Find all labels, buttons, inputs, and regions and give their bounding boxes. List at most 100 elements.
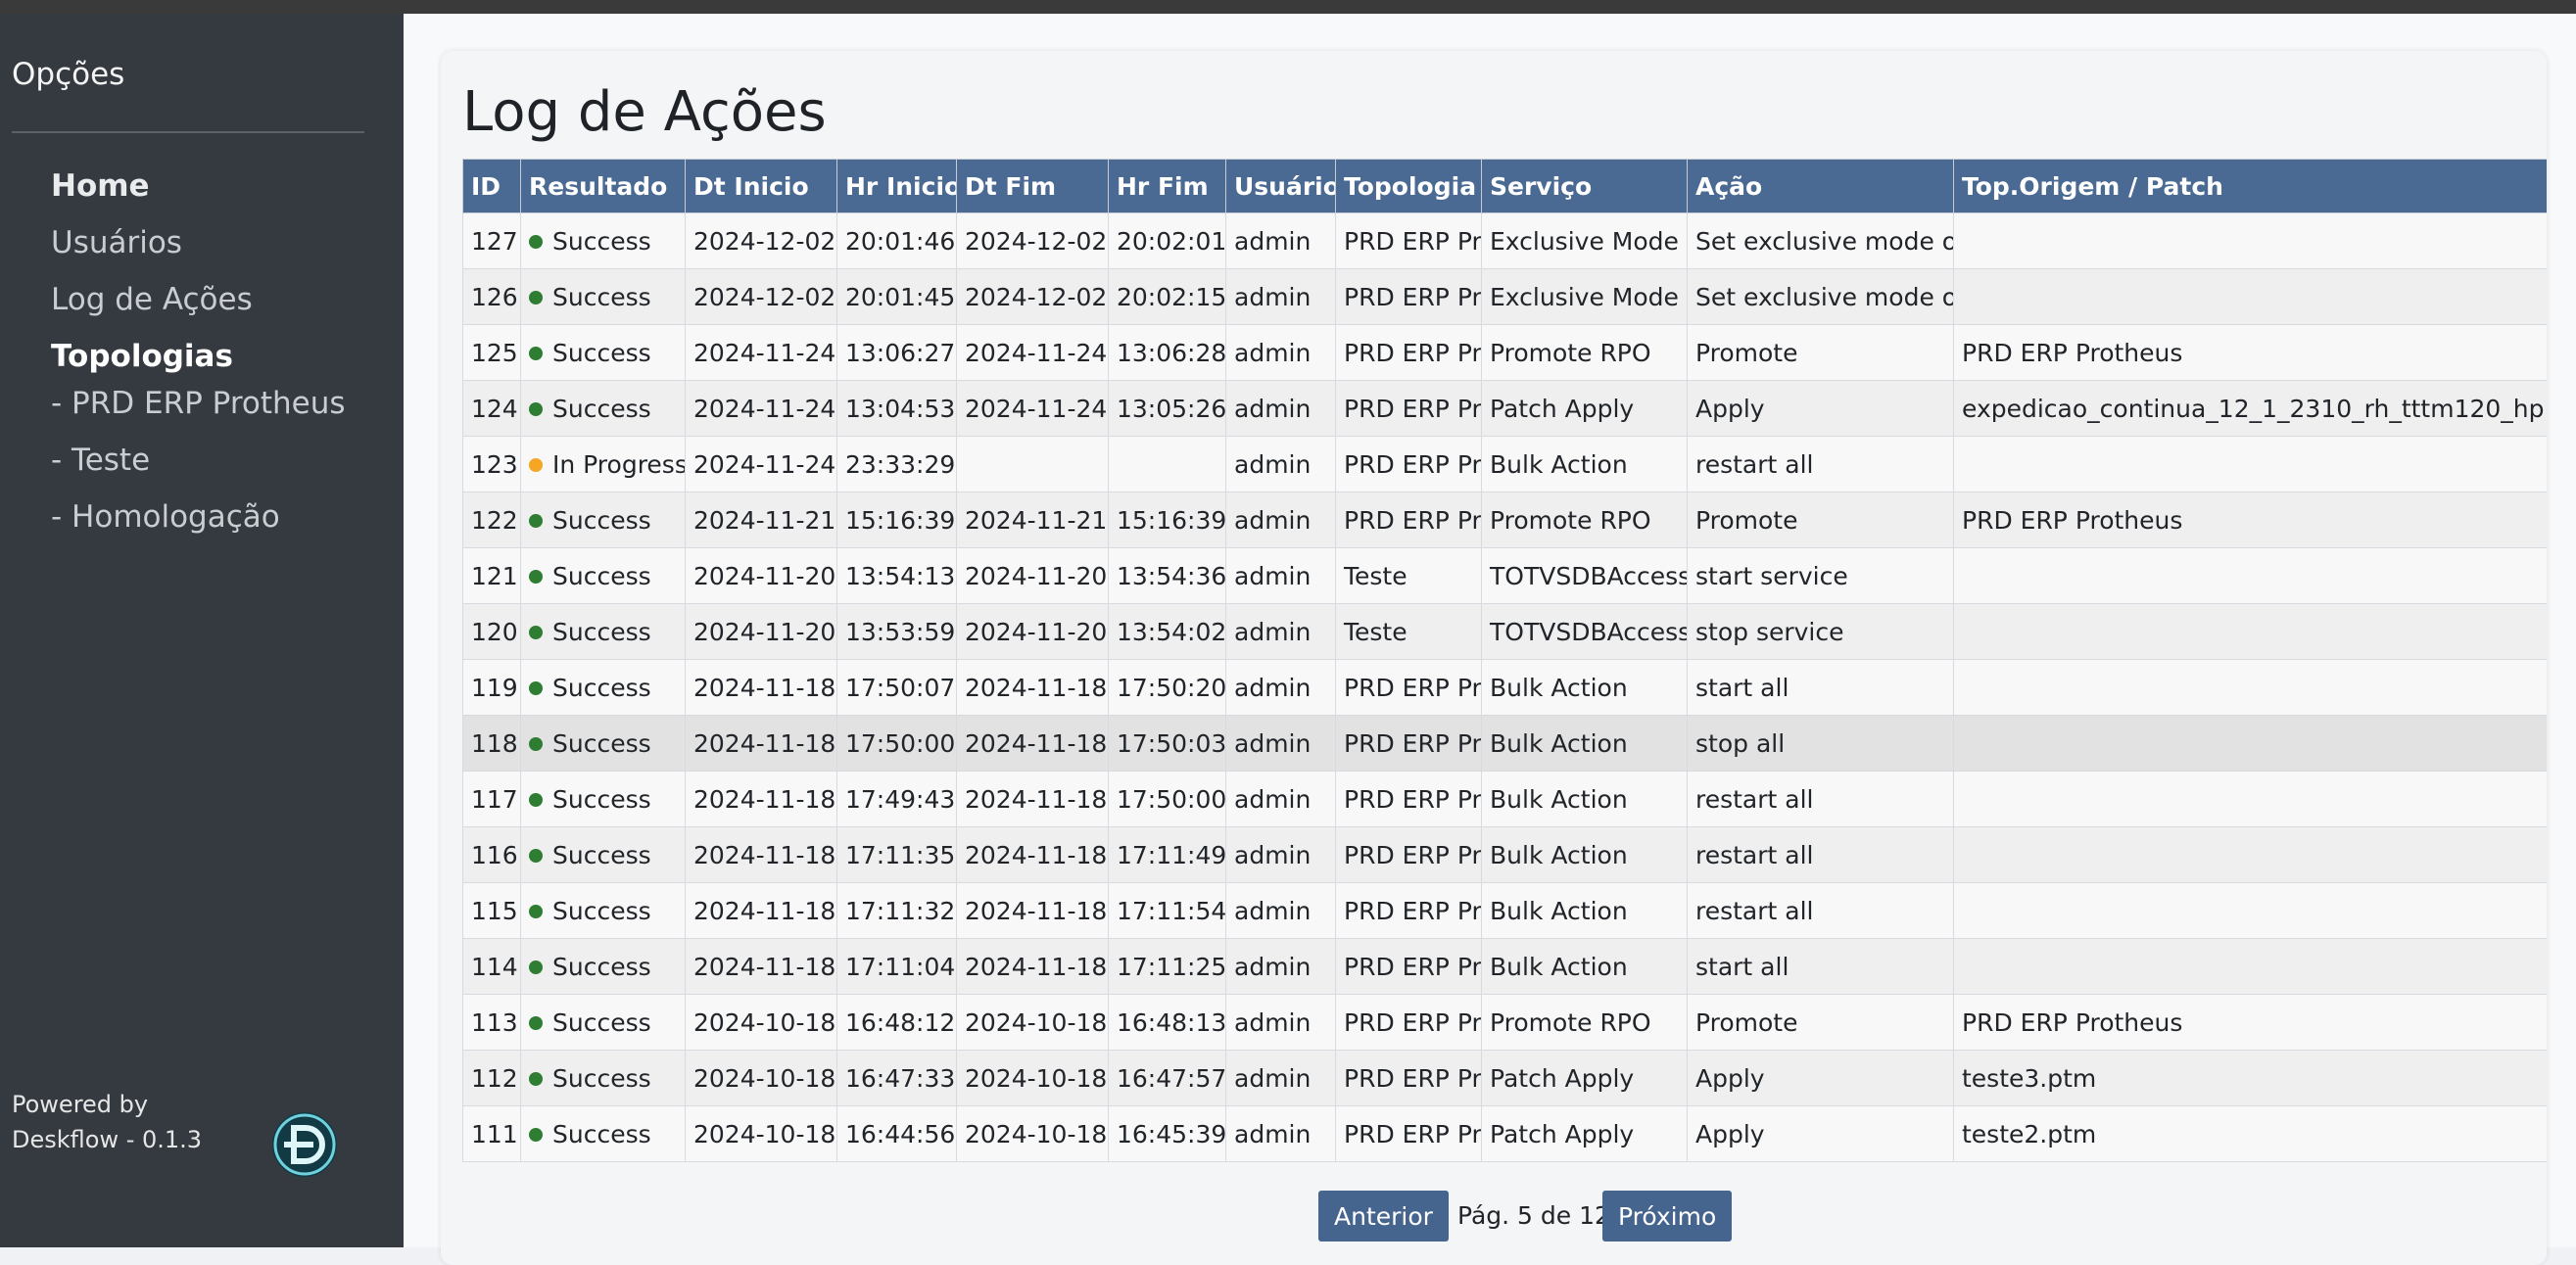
- table-row[interactable]: 122 Success 2024-11-21 15:16:39 2024-11-21 15…: [462, 492, 2547, 548]
- sidebar-item-log-de-acoes[interactable]: Log de Ações: [51, 282, 253, 317]
- cell-top-origem-patch: [1953, 715, 2547, 772]
- table-row[interactable]: 127 Success 2024-12-02 20:01:46 2024-12-02 20…: [462, 212, 2547, 269]
- cell-hr-inicio: 17:50:07: [836, 659, 957, 716]
- cell-acao: start service: [1687, 547, 1954, 604]
- cell-dt-fim: 2024-10-18: [956, 1105, 1109, 1162]
- cell-acao: start all: [1687, 659, 1954, 716]
- cell-top-origem-patch: [1953, 212, 2547, 269]
- table-row[interactable]: 121 Success 2024-11-20 13:54:13 2024-11-20 13…: [462, 547, 2547, 604]
- status-text: Success: [552, 673, 651, 702]
- status-text: Success: [552, 840, 651, 869]
- cell-servico: Bulk Action: [1481, 715, 1688, 772]
- cell-top-origem-patch: teste2.ptm: [1953, 1105, 2547, 1162]
- cell-id: 116: [462, 826, 521, 883]
- powered-by: Powered by Deskflow - 0.1.3: [12, 1087, 202, 1157]
- cell-dt-fim: 2024-11-20: [956, 547, 1109, 604]
- cell-dt-inicio: 2024-11-18: [685, 938, 837, 995]
- status-text: Success: [552, 1119, 651, 1148]
- cell-id: 125: [462, 324, 521, 381]
- cell-resultado: Success: [520, 324, 686, 381]
- table-row[interactable]: 111 Success 2024-10-18 16:44:56 2024-10-18 16…: [462, 1105, 2547, 1162]
- page-title: Log de Ações: [462, 80, 827, 144]
- cell-topologia: PRD ERP Pr: [1335, 882, 1482, 939]
- column-header-hr-fim: Hr Fim: [1108, 159, 1226, 213]
- table-row[interactable]: 112 Success 2024-10-18 16:47:33 2024-10-18 16…: [462, 1050, 2547, 1106]
- table-row[interactable]: 124 Success 2024-11-24 13:04:53 2024-11-24 13…: [462, 380, 2547, 437]
- cell-id: 124: [462, 380, 521, 437]
- cell-top-origem-patch: PRD ERP Protheus: [1953, 324, 2547, 381]
- cell-top-origem-patch: [1953, 268, 2547, 325]
- cell-dt-inicio: 2024-11-24: [685, 324, 837, 381]
- status-success-icon: [529, 401, 543, 416]
- sidebar-item-topologias[interactable]: Topologias: [51, 339, 233, 374]
- cell-hr-fim: 17:50:20: [1108, 659, 1226, 716]
- cell-usuario: admin: [1225, 715, 1336, 772]
- status-text: Success: [552, 728, 651, 758]
- cell-hr-inicio: 20:01:46: [836, 212, 957, 269]
- cell-resultado: Success: [520, 1050, 686, 1106]
- previous-page-button[interactable]: Anterior: [1318, 1191, 1449, 1242]
- cell-usuario: admin: [1225, 492, 1336, 548]
- table-row[interactable]: 125 Success 2024-11-24 13:06:27 2024-11-24 13…: [462, 324, 2547, 381]
- cell-servico: Bulk Action: [1481, 882, 1688, 939]
- table-row[interactable]: 119 Success 2024-11-18 17:50:07 2024-11-18 17…: [462, 659, 2547, 716]
- cell-hr-fim: 13:54:36: [1108, 547, 1226, 604]
- sidebar-item-home[interactable]: Home: [51, 168, 150, 204]
- powered-by-line: Powered by: [12, 1091, 149, 1118]
- table-header: ID Resultado Dt Inicio Hr Inicio Dt Fim Hr Fi…: [462, 159, 2547, 213]
- cell-dt-inicio: 2024-11-24: [685, 380, 837, 437]
- table-row[interactable]: 120 Success 2024-11-20 13:53:59 2024-11-20 13…: [462, 603, 2547, 660]
- cell-id: 115: [462, 882, 521, 939]
- cell-top-origem-patch: [1953, 436, 2547, 492]
- cell-id: 126: [462, 268, 521, 325]
- table-row[interactable]: 116 Success 2024-11-18 17:11:35 2024-11-18 17…: [462, 826, 2547, 883]
- table-row[interactable]: 114 Success 2024-11-18 17:11:04 2024-11-18 17…: [462, 938, 2547, 995]
- cell-usuario: admin: [1225, 436, 1336, 492]
- cell-dt-inicio: 2024-11-18: [685, 659, 837, 716]
- cell-top-origem-patch: [1953, 659, 2547, 716]
- cell-hr-inicio: 13:06:27: [836, 324, 957, 381]
- status-success-icon: [529, 513, 543, 528]
- cell-dt-fim: 2024-11-18: [956, 659, 1109, 716]
- cell-top-origem-patch: [1953, 603, 2547, 660]
- table-row[interactable]: 118 Success 2024-11-18 17:50:00 2024-11-18 17…: [462, 715, 2547, 772]
- cell-acao: Apply: [1687, 380, 1954, 437]
- table-row[interactable]: 115 Success 2024-11-18 17:11:32 2024-11-18 17…: [462, 882, 2547, 939]
- sidebar-item-prd-erp-protheus[interactable]: - PRD ERP Protheus: [51, 386, 346, 421]
- sidebar: Opções Home Usuários Log de Ações Topolo…: [0, 14, 404, 1247]
- cell-usuario: admin: [1225, 771, 1336, 827]
- cell-resultado: Success: [520, 212, 686, 269]
- cell-servico: TOTVSDBAccess: [1481, 547, 1688, 604]
- pagination: Anterior Pág. 5 de 12 Próximo: [441, 1191, 2547, 1242]
- table-body: 127 Success 2024-12-02 20:01:46 2024-12-02 20…: [462, 212, 2547, 1162]
- sidebar-item-usuarios[interactable]: Usuários: [51, 225, 182, 260]
- cell-topologia: PRD ERP Pr: [1335, 380, 1482, 437]
- table-row[interactable]: 123 In Progress 2024-11-24 23:33:29 admin PRD…: [462, 436, 2547, 492]
- cell-acao: start all: [1687, 938, 1954, 995]
- cell-servico: Patch Apply: [1481, 380, 1688, 437]
- cell-dt-inicio: 2024-11-18: [685, 715, 837, 772]
- table-row[interactable]: 113 Success 2024-10-18 16:48:12 2024-10-18 16…: [462, 994, 2547, 1051]
- column-header-dt-fim: Dt Fim: [956, 159, 1109, 213]
- table-row[interactable]: 117 Success 2024-11-18 17:49:43 2024-11-18 17…: [462, 771, 2547, 827]
- deskflow-logo-icon: [272, 1112, 337, 1177]
- column-header-top-origem-patch: Top.Origem / Patch: [1953, 159, 2547, 213]
- cell-resultado: Success: [520, 994, 686, 1051]
- cell-topologia: Teste: [1335, 603, 1482, 660]
- cell-acao: Set exclusive mode on: [1687, 212, 1954, 269]
- cell-topologia: PRD ERP Pr: [1335, 715, 1482, 772]
- sidebar-item-homologacao[interactable]: - Homologação: [51, 499, 280, 535]
- action-log-table: ID Resultado Dt Inicio Hr Inicio Dt Fim Hr Fi…: [462, 159, 2547, 1162]
- table-row[interactable]: 126 Success 2024-12-02 20:01:45 2024-12-02 20…: [462, 268, 2547, 325]
- cell-servico: Bulk Action: [1481, 938, 1688, 995]
- status-success-icon: [529, 848, 543, 863]
- cell-servico: Exclusive Mode: [1481, 212, 1688, 269]
- status-success-icon: [529, 1071, 543, 1086]
- cell-hr-fim: [1108, 436, 1226, 492]
- cell-hr-fim: 20:02:15: [1108, 268, 1226, 325]
- cell-dt-fim: 2024-12-02: [956, 212, 1109, 269]
- cell-resultado: Success: [520, 492, 686, 548]
- sidebar-item-teste[interactable]: - Teste: [51, 443, 150, 478]
- next-page-button[interactable]: Próximo: [1602, 1191, 1733, 1242]
- cell-topologia: PRD ERP Pr: [1335, 1050, 1482, 1106]
